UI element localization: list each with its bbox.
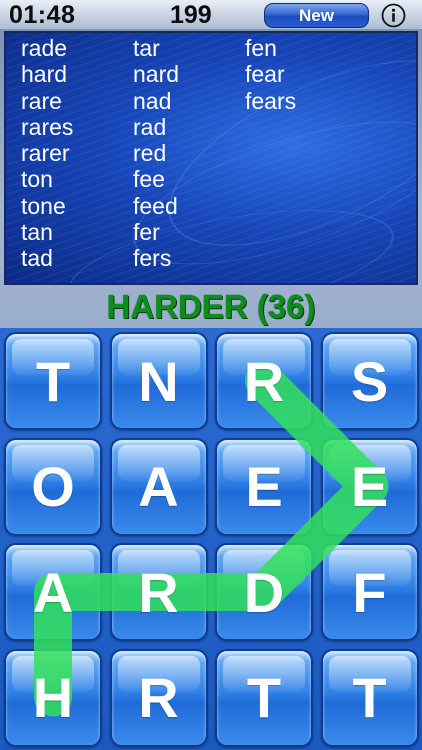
letter-tile[interactable]: S (320, 332, 419, 430)
timer: 01:48 (9, 1, 76, 29)
tile-letter: N (138, 349, 179, 413)
found-word: fear (245, 61, 285, 88)
found-word: fee (133, 166, 165, 193)
found-word: feed (133, 192, 178, 219)
tile-letter: T (246, 666, 282, 729)
found-word: rares (21, 113, 74, 140)
letter-tile[interactable]: D (215, 543, 313, 641)
letter-tile[interactable]: E (215, 437, 313, 536)
found-word: fer (133, 219, 160, 246)
found-word: tan (21, 219, 53, 246)
letter-tile[interactable]: H (4, 648, 102, 747)
tile-letter: R (138, 666, 179, 729)
found-word: nard (133, 61, 180, 88)
info-button[interactable] (380, 3, 407, 28)
tile-letter: F (352, 560, 387, 624)
info-icon (381, 3, 406, 28)
found-word: rarer (21, 140, 70, 167)
letter-tile[interactable]: T (320, 648, 419, 747)
letter-tile[interactable]: R (215, 332, 313, 430)
current-word-banner: HARDER (36) (106, 288, 316, 325)
letter-tile[interactable]: A (109, 437, 208, 536)
tile-letter: R (138, 560, 179, 624)
found-word: tad (21, 245, 53, 272)
tile-letter: E (245, 455, 283, 518)
found-word: tone (21, 192, 66, 219)
found-word: fen (245, 35, 277, 61)
found-word: hard (21, 61, 68, 88)
found-word: fears (245, 87, 297, 114)
tile-letter: O (31, 455, 75, 518)
letter-tile[interactable]: N (109, 332, 208, 430)
found-word: rare (21, 87, 62, 114)
found-word: fers (133, 245, 172, 272)
found-word: tar (133, 35, 160, 61)
new-game-button[interactable]: New (264, 3, 369, 28)
letter-tile[interactable]: O (4, 437, 102, 536)
letter-tile[interactable]: R (109, 543, 208, 641)
found-word: nad (133, 87, 172, 114)
tile-letter: H (32, 666, 74, 729)
tile-letter: S (350, 349, 389, 413)
found-words-panel: rade hard rare rares rarer ton tone tan … (4, 31, 418, 285)
letter-tile[interactable]: F (320, 543, 419, 641)
tile-letter: T (352, 666, 387, 729)
tile-letter: T (35, 349, 71, 413)
found-word: red (133, 140, 167, 167)
words-column-2: tar nard nad rad red fee feed fer fers (133, 35, 179, 272)
letter-tile[interactable]: T (4, 332, 102, 430)
words-column-3: fen fear fears (245, 35, 296, 114)
status-bar: 01:48 199 New (0, 0, 422, 30)
found-word: ton (21, 166, 53, 193)
letter-tile[interactable]: R (109, 648, 208, 747)
score: 199 (170, 1, 212, 29)
tile-letter: E (350, 455, 389, 518)
tile-letter: D (243, 560, 285, 624)
tile-letter: A (138, 455, 179, 518)
letter-tile[interactable]: A (4, 543, 102, 641)
found-word: rad (133, 113, 167, 140)
found-word: rade (21, 35, 68, 61)
letter-grid: TNRSOAEEARDFHRTT (0, 328, 422, 750)
tile-letter: R (243, 349, 285, 413)
letter-tile[interactable]: E (320, 437, 419, 536)
words-column-1: rade hard rare rares rarer ton tone tan … (21, 35, 73, 272)
letter-tile[interactable]: T (215, 648, 313, 747)
tile-letter: A (32, 560, 74, 624)
